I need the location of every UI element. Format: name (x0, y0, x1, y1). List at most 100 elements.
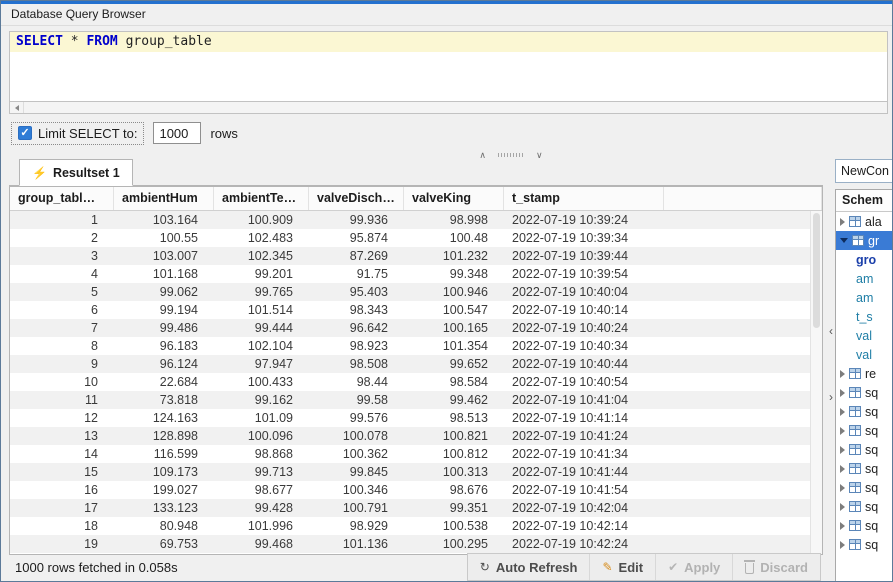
button-label: Discard (760, 559, 808, 575)
table-row[interactable]: 10 22.684 100.433 98.44 98.584 2022-07-19 10:… (10, 373, 822, 391)
tree-item-table[interactable]: sq (836, 383, 892, 402)
limit-select-toggle[interactable]: ✓ Limit SELECT to: (11, 121, 145, 145)
expand-icon[interactable] (840, 445, 845, 454)
tree-item-column[interactable]: val (836, 326, 892, 345)
table-cell: 99.062 (159, 285, 198, 299)
table-row[interactable]: 2 100.55 102.483 95.874 100.48 2022-07-19 10:… (10, 229, 822, 247)
column-header[interactable]: group_tabl… (10, 187, 114, 210)
tree-item-table[interactable]: re (836, 364, 892, 383)
tree-item-column[interactable]: val (836, 345, 892, 364)
auto-refresh-button[interactable]: ↻ Auto Refresh (468, 554, 590, 580)
schema-column-header[interactable]: Schem (836, 190, 892, 212)
table-row[interactable]: 6 99.194 101.514 98.343 100.547 2022-07-19 10… (10, 301, 822, 319)
sql-editor[interactable]: SELECT * FROM group_table (9, 31, 888, 101)
tree-item-table[interactable]: sq (836, 516, 892, 535)
tree-item-column[interactable]: am (836, 288, 892, 307)
tree-item-table[interactable]: gr (836, 231, 892, 250)
table-row[interactable]: 3 103.007 102.345 87.269 101.232 2022-07-19 1… (10, 247, 822, 265)
table-cell: 6 (91, 303, 98, 317)
splitter-grip[interactable] (498, 153, 524, 157)
tree-item-table[interactable]: sq (836, 535, 892, 554)
tree-item-table[interactable]: ala (836, 212, 892, 231)
table-row[interactable]: 5 99.062 99.765 95.403 100.946 2022-07-19 10:… (10, 283, 822, 301)
expand-icon[interactable] (840, 217, 845, 226)
tree-item-column[interactable]: am (836, 269, 892, 288)
column-header-filler (664, 187, 822, 210)
table-cell: 103.007 (152, 249, 198, 263)
connection-selector[interactable]: NewCon (835, 159, 892, 183)
tree-item-column[interactable]: gro (836, 250, 892, 269)
table-cell: 98.343 (349, 303, 388, 317)
sql-keyword: SELECT (16, 34, 63, 49)
table-row[interactable]: 9 96.124 97.947 98.508 99.652 2022-07-19 10:4… (10, 355, 822, 373)
table-cell: 2022-07-19 10:40:24 (512, 321, 629, 335)
apply-button[interactable]: ✔ Apply (655, 554, 732, 580)
tree-item-table[interactable]: sq (836, 497, 892, 516)
table-cell: 101.168 (152, 267, 198, 281)
scroll-left-arrow-icon[interactable] (10, 102, 24, 113)
table-cell: 2022-07-19 10:40:44 (512, 357, 629, 371)
table-cell: 100.791 (342, 501, 388, 515)
table-cell: 96.124 (159, 357, 198, 371)
table-cell: 98.513 (449, 411, 488, 425)
expand-icon[interactable] (840, 369, 845, 378)
table-cell: 2022-07-19 10:40:14 (512, 303, 629, 317)
limit-checkbox[interactable]: ✓ (18, 126, 32, 140)
scrollbar-thumb[interactable] (813, 213, 820, 328)
tree-item-table[interactable]: sq (836, 402, 892, 421)
table-cell: 2022-07-19 10:42:24 (512, 537, 629, 551)
expand-icon[interactable] (840, 464, 845, 473)
table-row[interactable]: 15 109.173 99.713 99.845 100.313 2022-07-19 1… (10, 463, 822, 481)
expand-icon[interactable] (840, 483, 845, 492)
table-row[interactable]: 7 99.486 99.444 96.642 100.165 2022-07-19 10:… (10, 319, 822, 337)
table-row[interactable]: 19 69.753 99.468 101.136 100.295 2022-07-19 1… (10, 535, 822, 553)
table-cell: 102.483 (247, 231, 293, 245)
collapse-icon[interactable] (840, 238, 848, 243)
table-row[interactable]: 14 116.599 98.868 100.362 100.812 2022-07-19 … (10, 445, 822, 463)
limit-rows-input[interactable] (153, 122, 202, 144)
table-cell: 2022-07-19 10:39:44 (512, 249, 629, 263)
grid-vertical-scrollbar[interactable] (810, 211, 822, 554)
tree-item-table[interactable]: sq (836, 421, 892, 440)
tree-item-table[interactable]: sq (836, 478, 892, 497)
table-row[interactable]: 1 103.164 100.909 99.936 98.998 2022-07-19 10… (10, 211, 822, 229)
table-row[interactable]: 11 73.818 99.162 99.58 99.462 2022-07-19 10:4… (10, 391, 822, 409)
expand-icon[interactable] (840, 388, 845, 397)
tree-item-table[interactable]: sq (836, 459, 892, 478)
tree-item-table[interactable]: sq (836, 440, 892, 459)
expand-icon[interactable] (840, 426, 845, 435)
editor-horizontal-scrollbar[interactable] (9, 101, 888, 114)
resultset-grid: group_tabl… ambientHum ambientTe… valveDisc… (9, 186, 823, 555)
column-header[interactable]: ambientTe… (214, 187, 309, 210)
sql-current-line[interactable]: SELECT * FROM group_table (10, 32, 887, 52)
expand-icon[interactable] (840, 502, 845, 511)
column-header[interactable]: valveDisch… (309, 187, 404, 210)
table-cell: 19 (84, 537, 98, 551)
tree-item-column[interactable]: t_s (836, 307, 892, 326)
tab-resultset-1[interactable]: ⚡ Resultset 1 (19, 159, 133, 186)
expand-icon[interactable] (840, 407, 845, 416)
table-cell: 99.936 (349, 213, 388, 227)
table-row[interactable]: 16 199.027 98.677 100.346 98.676 2022-07-19 1… (10, 481, 822, 499)
table-icon (849, 501, 861, 512)
table-row[interactable]: 18 80.948 101.996 98.929 100.538 2022-07-19 1… (10, 517, 822, 535)
edit-button[interactable]: ✎ Edit (589, 554, 655, 580)
expand-icon[interactable] (840, 521, 845, 530)
discard-button[interactable]: Discard (732, 554, 820, 580)
table-row[interactable]: 8 96.183 102.104 98.923 101.354 2022-07-19 10… (10, 337, 822, 355)
table-cell: 95.874 (349, 231, 388, 245)
table-cell: 101.232 (442, 249, 488, 263)
column-header[interactable]: t_stamp (504, 187, 664, 210)
table-cell: 101.996 (247, 519, 293, 533)
lightning-icon: ⚡ (32, 165, 47, 180)
table-row[interactable]: 12 124.163 101.09 99.576 98.513 2022-07-19 10… (10, 409, 822, 427)
column-header[interactable]: ambientHum (114, 187, 214, 210)
table-row[interactable]: 13 128.898 100.096 100.078 100.821 2022-07-19… (10, 427, 822, 445)
table-cell: 7 (91, 321, 98, 335)
table-cell: 2022-07-19 10:40:04 (512, 285, 629, 299)
pencil-icon: ✎ (602, 560, 613, 574)
column-header[interactable]: valveKing (404, 187, 504, 210)
expand-icon[interactable] (840, 540, 845, 549)
table-row[interactable]: 4 101.168 99.201 91.75 99.348 2022-07-19 10:3… (10, 265, 822, 283)
table-row[interactable]: 17 133.123 99.428 100.791 99.351 2022-07-19 1… (10, 499, 822, 517)
